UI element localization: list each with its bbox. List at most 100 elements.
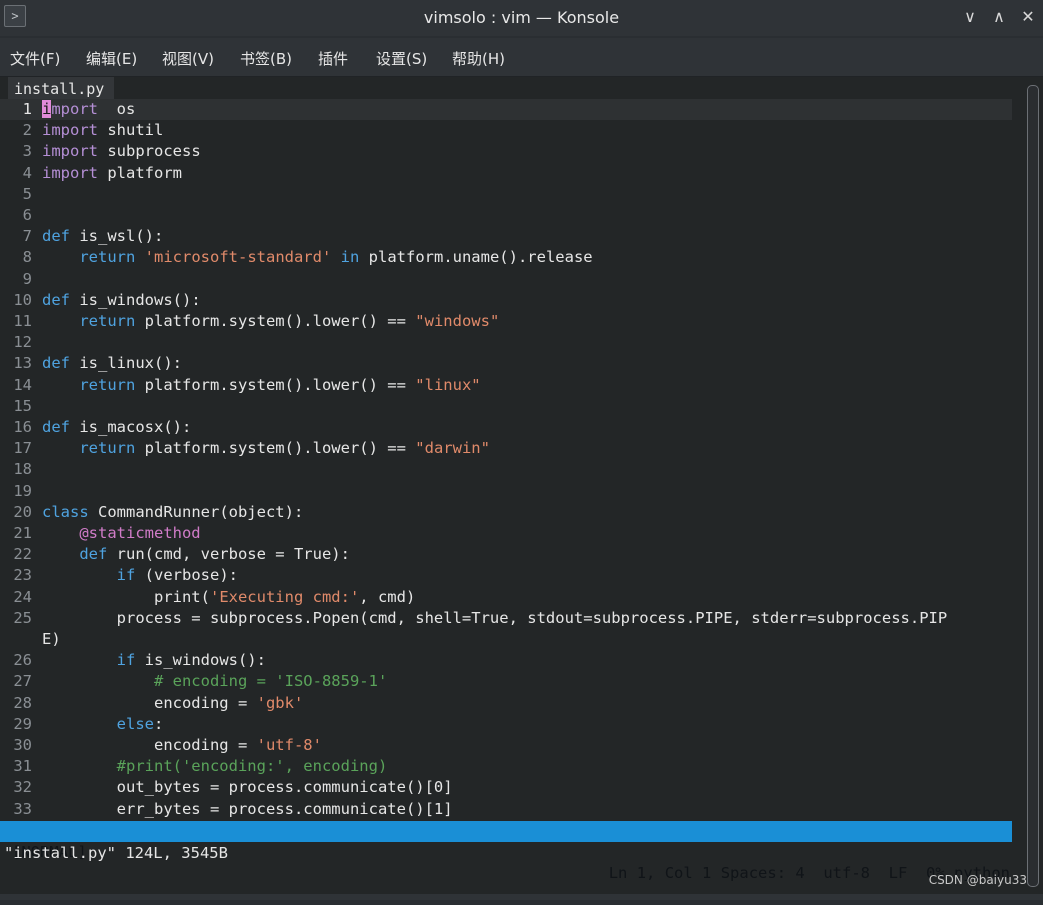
- line-number: 8: [22, 248, 32, 267]
- code-line[interactable]: 6: [0, 205, 1012, 226]
- code-text: return platform.system().lower() == "dar…: [42, 438, 490, 459]
- vim-tab-install-py[interactable]: install.py: [8, 77, 115, 99]
- code-text: import os: [42, 99, 135, 120]
- code-line[interactable]: 21 @staticmethod: [0, 523, 1012, 544]
- code-token-kw: import: [42, 163, 98, 182]
- code-token: subprocess: [98, 142, 201, 161]
- code-line[interactable]: 24 print('Executing cmd:', cmd): [0, 587, 1012, 608]
- menu-edit[interactable]: 编辑(E): [86, 48, 137, 69]
- code-text: if is_windows():: [42, 650, 266, 671]
- code-line[interactable]: 26 if is_windows():: [0, 650, 1012, 671]
- line-number: 24: [13, 587, 32, 606]
- code-token: process = subprocess.Popen(cmd, shell=Tr…: [42, 608, 948, 627]
- line-number: 7: [22, 227, 32, 246]
- code-line[interactable]: 22 def run(cmd, verbose = True):: [0, 544, 1012, 565]
- line-number: 2: [22, 121, 32, 140]
- menu-view[interactable]: 视图(V): [162, 48, 214, 69]
- line-number: 27: [13, 672, 32, 691]
- code-line[interactable]: 12: [0, 332, 1012, 353]
- menu-settings[interactable]: 设置(S): [376, 48, 427, 69]
- code-line[interactable]: 30 encoding = 'utf-8': [0, 735, 1012, 756]
- code-line[interactable]: 23 if (verbose):: [0, 565, 1012, 586]
- code-line[interactable]: 1 import os: [0, 99, 1012, 120]
- code-token: is_windows():: [70, 290, 201, 309]
- code-line[interactable]: 9: [0, 269, 1012, 290]
- code-line[interactable]: 31 #print('encoding:', encoding): [0, 756, 1012, 777]
- code-token: platform.uname().release: [359, 248, 593, 267]
- maximize-button[interactable]: ∧: [988, 6, 1010, 28]
- code-line[interactable]: 14 return platform.system().lower() == "…: [0, 375, 1012, 396]
- code-line[interactable]: 3 import subprocess: [0, 141, 1012, 162]
- code-token-def: class: [42, 502, 89, 521]
- code-token: out_bytes = process.communicate()[0]: [42, 778, 453, 797]
- line-number: 9: [22, 269, 32, 288]
- code-line[interactable]: 16 def is_macosx():: [0, 417, 1012, 438]
- code-token: os: [98, 100, 136, 118]
- code-line[interactable]: 28 encoding = 'gbk': [0, 693, 1012, 714]
- code-line[interactable]: 11 return platform.system().lower() == "…: [0, 311, 1012, 332]
- code-line[interactable]: 10 def is_windows():: [0, 290, 1012, 311]
- line-number: 28: [13, 693, 32, 712]
- code-line[interactable]: 15: [0, 396, 1012, 417]
- chevron-down-icon: ∨: [964, 7, 976, 26]
- code-token: is_wsl():: [70, 227, 164, 246]
- line-number: 19: [13, 481, 32, 500]
- code-text: out_bytes = process.communicate()[0]: [42, 777, 453, 798]
- minimize-button[interactable]: ∨: [959, 6, 981, 28]
- line-number: 32: [13, 778, 32, 797]
- code-token: run(cmd, verbose = True):: [107, 545, 350, 564]
- code-token-dec: @staticmethod: [79, 524, 201, 542]
- code-editor[interactable]: 1 import os 2 import shutil 3 import subproce…: [0, 99, 1012, 822]
- scrollbar[interactable]: [1024, 81, 1040, 887]
- code-text: E): [42, 629, 61, 650]
- code-line[interactable]: 7 def is_wsl():: [0, 226, 1012, 247]
- code-token-def: def: [42, 227, 70, 246]
- code-line[interactable]: 18: [0, 459, 1012, 480]
- menu-bar: 文件(F) 编辑(E) 视图(V) 书签(B) 插件 设置(S) 帮助(H): [0, 38, 1043, 77]
- code-line[interactable]: 8 return 'microsoft-standard' in platfor…: [0, 247, 1012, 268]
- code-line[interactable]: 33 err_bytes = process.communicate()[1]: [0, 799, 1012, 820]
- code-token-str: 'microsoft-standard': [144, 248, 332, 267]
- code-text: return platform.system().lower() == "win…: [42, 311, 499, 332]
- code-line[interactable]: 19: [0, 481, 1012, 502]
- code-line[interactable]: 25 process = subprocess.Popen(cmd, shell…: [0, 608, 1012, 629]
- code-token-cmt: # encoding = 'ISO-8859-1': [153, 672, 388, 691]
- code-text: print('Executing cmd:', cmd): [42, 587, 415, 608]
- code-line[interactable]: 4 import platform: [0, 163, 1012, 184]
- scrollbar-thumb[interactable]: [1027, 85, 1039, 887]
- menu-help[interactable]: 帮助(H): [452, 48, 505, 69]
- code-line[interactable]: 32 out_bytes = process.communicate()[0]: [0, 777, 1012, 798]
- code-token-def: else: [116, 714, 154, 733]
- code-token: platform.system().lower() ==: [135, 439, 416, 458]
- code-token-str: "linux": [415, 375, 481, 394]
- code-text: class CommandRunner(object):: [42, 502, 303, 523]
- code-line[interactable]: 2 import shutil: [0, 120, 1012, 141]
- code-token: is_windows():: [135, 651, 266, 670]
- code-text: import platform: [42, 163, 182, 184]
- line-number: 18: [13, 460, 32, 479]
- code-token: CommandRunner(object):: [88, 502, 304, 521]
- code-text: return 'microsoft-standard' in platform.…: [42, 247, 593, 268]
- code-token-def: def: [42, 290, 70, 309]
- line-number: 30: [13, 736, 32, 754]
- code-line[interactable]: 27 # encoding = 'ISO-8859-1': [0, 671, 1012, 692]
- terminal-area[interactable]: install.py 1 import os 2 import shutil 3 impo…: [0, 77, 1043, 900]
- code-line[interactable]: 29 else:: [0, 714, 1012, 735]
- code-line[interactable]: 5: [0, 184, 1012, 205]
- code-line[interactable]: E): [0, 629, 1012, 650]
- code-line[interactable]: 20 class CommandRunner(object):: [0, 502, 1012, 523]
- menu-bookmarks[interactable]: 书签(B): [240, 48, 292, 69]
- menu-plugins[interactable]: 插件: [318, 48, 348, 69]
- code-token-kw: import: [42, 121, 98, 140]
- code-text: def is_wsl():: [42, 226, 163, 247]
- code-line[interactable]: 13 def is_linux():: [0, 353, 1012, 374]
- code-token: print(: [42, 587, 210, 606]
- line-number: 17: [13, 439, 32, 458]
- vim-command-line[interactable]: "install.py" 124L, 3545B: [4, 843, 228, 864]
- close-button[interactable]: ✕: [1017, 6, 1039, 28]
- code-line[interactable]: 17 return platform.system().lower() == "…: [0, 438, 1012, 459]
- menu-file[interactable]: 文件(F): [10, 48, 60, 69]
